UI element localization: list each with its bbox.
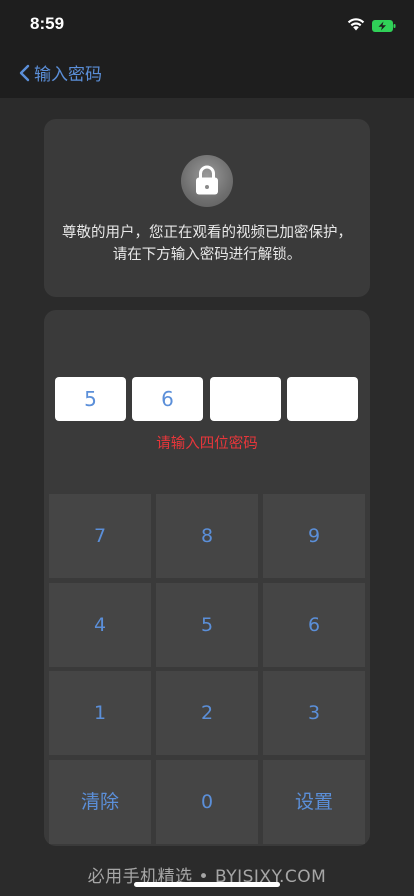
pin-digit-box[interactable] (210, 377, 281, 421)
keypad-key-0[interactable]: 0 (156, 760, 258, 844)
pin-digit-box[interactable]: 6 (132, 377, 203, 421)
lock-message: 尊敬的用户，您正在观看的视频已加密保护，请在下方输入密码进行解锁。 (62, 225, 352, 263)
keypad-key-6[interactable]: 6 (263, 583, 365, 667)
pin-digit-box[interactable] (287, 377, 358, 421)
keypad-key-9[interactable]: 9 (263, 494, 365, 578)
lock-icon (181, 155, 233, 207)
chevron-left-icon (19, 64, 30, 81)
keypad-key-8[interactable]: 8 (156, 494, 258, 578)
pin-digit-box[interactable]: 5 (55, 377, 126, 421)
status-bar: 8:59 (0, 0, 414, 48)
home-indicator[interactable] (134, 882, 280, 887)
wifi-icon (347, 16, 365, 35)
back-label: 输入密码 (34, 65, 102, 85)
keypad-key-7[interactable]: 7 (49, 494, 151, 578)
back-button[interactable]: 输入密码 (18, 60, 102, 85)
keypad-key-5[interactable]: 5 (156, 583, 258, 667)
lock-info-card: 尊敬的用户，您正在观看的视频已加密保护，请在下方输入密码进行解锁。 (44, 119, 370, 297)
keypad-key-4[interactable]: 4 (49, 583, 151, 667)
pin-entry-card: 5 6 请输入四位密码 7 8 9 4 5 6 1 2 3 清除 0 设置 (44, 310, 370, 846)
battery-charging-icon (372, 17, 396, 36)
keypad-key-3[interactable]: 3 (263, 671, 365, 755)
keypad-key-1[interactable]: 1 (49, 671, 151, 755)
nav-bar: 输入密码 (0, 48, 414, 98)
keypad-key-2[interactable]: 2 (156, 671, 258, 755)
pin-hint: 请输入四位密码 (156, 436, 258, 452)
clear-button[interactable]: 清除 (49, 760, 151, 844)
status-time: 8:59 (30, 14, 65, 33)
settings-button[interactable]: 设置 (263, 760, 365, 844)
